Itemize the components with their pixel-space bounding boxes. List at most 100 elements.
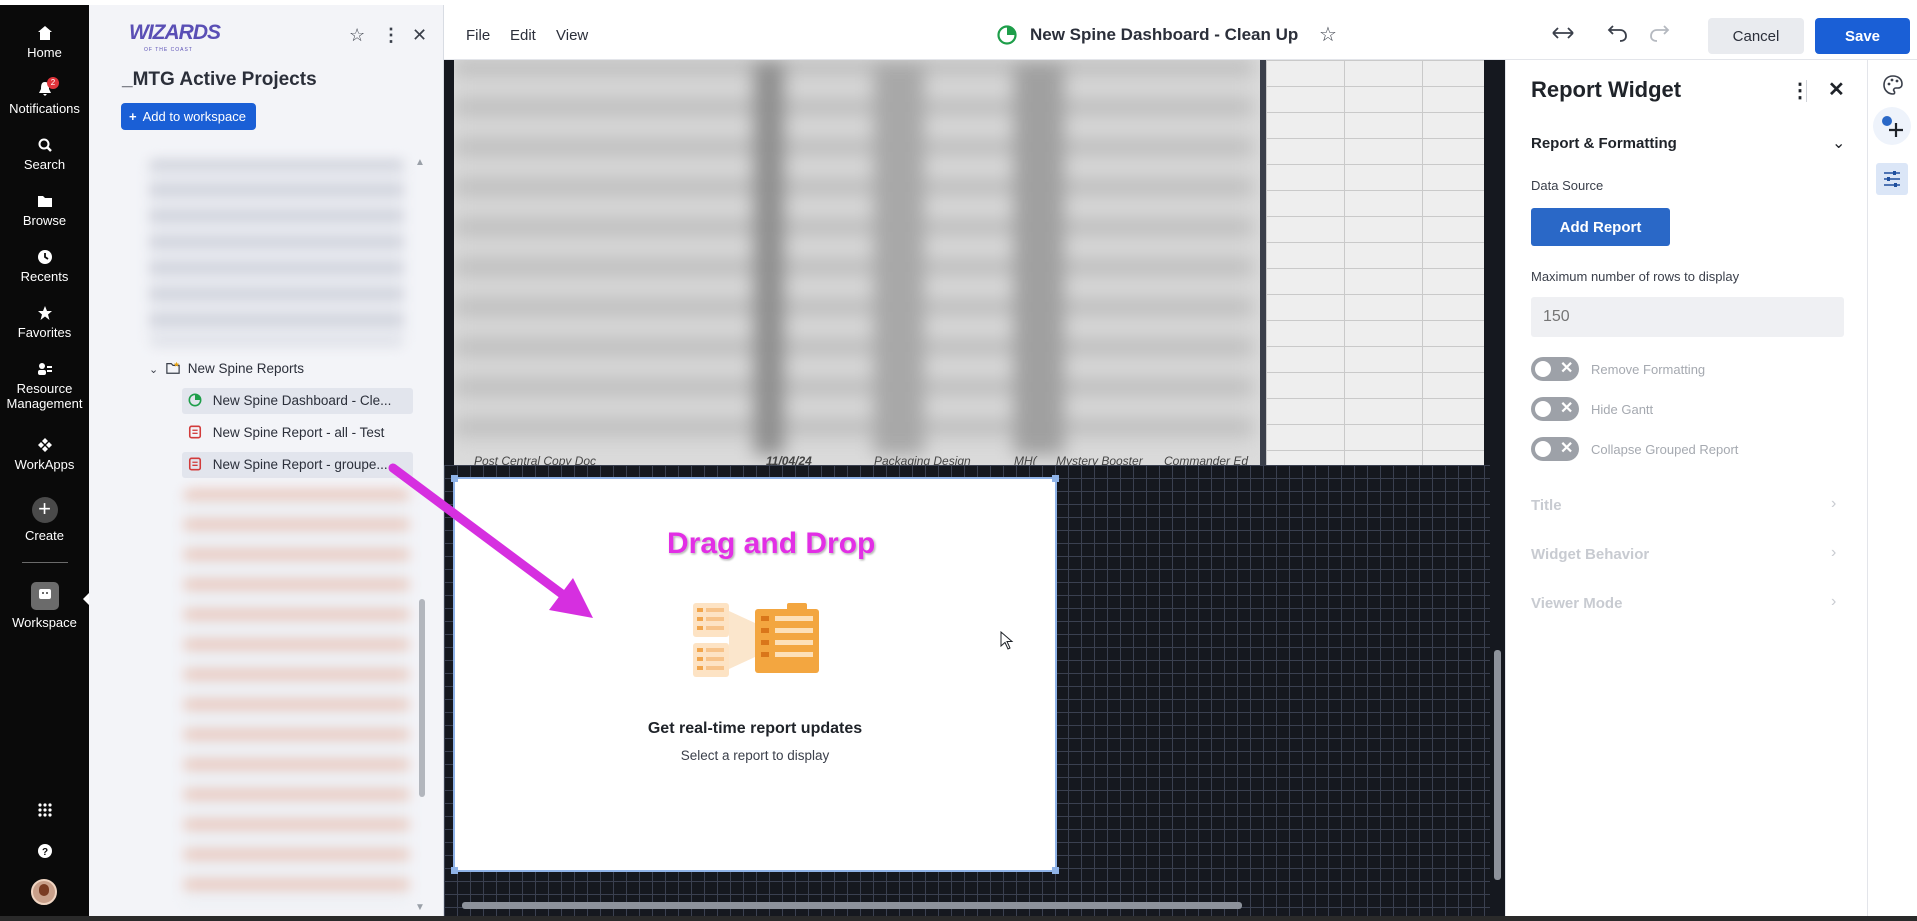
toggle-off-icon: ✕ bbox=[1560, 440, 1574, 457]
report-cell: 11/04/24 bbox=[766, 454, 812, 465]
chevron-down-icon: ⌄ bbox=[149, 364, 159, 376]
nav-label: WorkApps bbox=[14, 457, 75, 472]
nav-favorites[interactable]: Favorites bbox=[0, 305, 89, 340]
dashboard-icon bbox=[997, 25, 1017, 45]
panel-title: Report Widget bbox=[1531, 77, 1682, 102]
section-viewer-mode[interactable]: Viewer Mode bbox=[1531, 595, 1622, 612]
chevron-right-icon[interactable]: › bbox=[1831, 495, 1836, 513]
nav-label: Notifications bbox=[9, 101, 80, 116]
remove-formatting-toggle[interactable]: ✕ bbox=[1531, 357, 1579, 381]
existing-report-widget[interactable]: Post Central Copy Doc 11/04/24 Packaging… bbox=[454, 60, 1484, 465]
undo-icon[interactable] bbox=[1607, 23, 1629, 43]
resize-handle[interactable] bbox=[451, 867, 458, 874]
favorite-star-icon[interactable]: ☆ bbox=[349, 25, 365, 45]
grid-icon bbox=[37, 803, 52, 817]
workspace-icon bbox=[30, 582, 59, 610]
palette-icon[interactable] bbox=[1882, 74, 1904, 96]
collapse-grouped-toggle[interactable]: ✕ bbox=[1531, 437, 1579, 461]
tree-item-dashboard[interactable]: New Spine Dashboard - Cle... bbox=[182, 388, 413, 414]
expand-width-icon[interactable] bbox=[1551, 25, 1575, 41]
chevron-right-icon[interactable]: › bbox=[1831, 544, 1836, 562]
nav-resource-management[interactable]: Resource Management bbox=[0, 361, 89, 411]
add-report-button[interactable]: Add Report bbox=[1531, 208, 1670, 246]
blurred-tree-content bbox=[149, 160, 404, 345]
tree-folder-label: New Spine Reports bbox=[187, 361, 305, 376]
nav-recents[interactable]: Recents bbox=[0, 249, 89, 284]
menu-file[interactable]: File bbox=[466, 27, 490, 44]
tree-item-label: New Spine Dashboard - Cle... bbox=[212, 393, 392, 408]
widget-heading: Get real-time report updates bbox=[647, 720, 863, 737]
max-rows-input[interactable] bbox=[1531, 297, 1844, 337]
section-title[interactable]: Title bbox=[1531, 497, 1562, 514]
add-widget-button[interactable] bbox=[1873, 107, 1911, 145]
star-icon bbox=[37, 306, 52, 320]
apps-grid-button[interactable] bbox=[0, 802, 89, 822]
redo-icon[interactable] bbox=[1648, 23, 1670, 43]
nav-workapps[interactable]: WorkApps bbox=[0, 437, 89, 472]
resize-handle[interactable] bbox=[1052, 475, 1059, 482]
report-cell: MH( bbox=[1014, 454, 1037, 465]
plus-icon: + bbox=[129, 109, 137, 124]
save-button[interactable]: Save bbox=[1815, 18, 1910, 54]
nav-browse[interactable]: Browse bbox=[0, 193, 89, 228]
toggle-label: Hide Gantt bbox=[1591, 402, 1654, 417]
add-widget-icon bbox=[1882, 116, 1903, 137]
nav-notifications[interactable]: 2 Notifications bbox=[0, 77, 89, 116]
scroll-down-icon[interactable]: ▼ bbox=[415, 898, 425, 918]
canvas-vertical-scroll-thumb[interactable] bbox=[1494, 650, 1501, 880]
sliders-icon bbox=[1884, 171, 1900, 187]
divider bbox=[1806, 80, 1807, 102]
tree-folder-new-spine-reports[interactable]: ⌄ New Spine Reports bbox=[149, 356, 304, 382]
nav-label: Home bbox=[27, 45, 62, 60]
tree-item-label: New Spine Report - all - Test bbox=[212, 425, 385, 440]
nav-divider bbox=[22, 562, 68, 563]
drag-arrow-annotation bbox=[388, 463, 593, 618]
more-options-icon[interactable]: ⋮ bbox=[1790, 78, 1810, 103]
menu-view[interactable]: View bbox=[556, 27, 588, 44]
home-icon bbox=[37, 26, 52, 40]
section-widget-behavior[interactable]: Widget Behavior bbox=[1531, 546, 1649, 563]
scroll-up-icon[interactable]: ▲ bbox=[415, 153, 425, 173]
clock-icon bbox=[37, 250, 52, 264]
hide-gantt-toggle[interactable]: ✕ bbox=[1531, 397, 1579, 421]
toggle-label: Remove Formatting bbox=[1591, 362, 1706, 377]
nav-label: Search bbox=[23, 157, 66, 172]
svg-text:?: ? bbox=[41, 847, 47, 858]
nav-label: Favorites bbox=[17, 325, 72, 340]
nav-workspace[interactable]: Workspace bbox=[0, 582, 89, 630]
help-button[interactable]: ? bbox=[0, 843, 89, 863]
folder-star-icon bbox=[166, 361, 180, 374]
nav-search[interactable]: Search bbox=[0, 137, 89, 172]
report-cell: Commander Ed bbox=[1164, 454, 1249, 465]
nav-label: Browse bbox=[22, 213, 67, 228]
favorite-star-icon[interactable]: ☆ bbox=[1319, 22, 1337, 47]
close-icon[interactable]: ✕ bbox=[412, 25, 427, 45]
menu-edit[interactable]: Edit bbox=[510, 27, 536, 44]
settings-sliders-button[interactable] bbox=[1876, 163, 1908, 195]
nav-label: Resource Management bbox=[6, 381, 83, 411]
chevron-right-icon[interactable]: › bbox=[1831, 593, 1836, 611]
cancel-button[interactable]: Cancel bbox=[1708, 18, 1804, 54]
brand-logo: WIZARDS bbox=[129, 21, 221, 44]
workspace-title: _MTG Active Projects bbox=[122, 69, 317, 90]
section-report-formatting[interactable]: Report & Formatting bbox=[1531, 135, 1677, 152]
report-cell: Packaging Design bbox=[874, 454, 971, 465]
nav-home[interactable]: Home bbox=[0, 25, 89, 60]
tree-item-report-grouped[interactable]: New Spine Report - groupe... bbox=[182, 452, 413, 478]
tree-item-report-all-test[interactable]: New Spine Report - all - Test bbox=[182, 420, 413, 446]
brand-logo-subtitle: OF THE COAST bbox=[144, 47, 193, 53]
user-avatar[interactable] bbox=[31, 879, 57, 905]
chevron-down-icon[interactable]: ⌄ bbox=[1832, 133, 1845, 153]
more-options-icon[interactable]: ⋮ bbox=[382, 25, 400, 45]
search-icon bbox=[38, 138, 52, 152]
widget-subtext: Select a report to display bbox=[680, 748, 830, 763]
close-icon[interactable]: ✕ bbox=[1828, 77, 1845, 102]
global-nav: Home 2 Notifications Search Browse Recen… bbox=[0, 0, 90, 921]
resize-handle[interactable] bbox=[1052, 867, 1059, 874]
add-to-workspace-button[interactable]: + Add to workspace bbox=[121, 103, 256, 130]
canvas-horizontal-scroll-thumb[interactable] bbox=[462, 902, 1242, 909]
document-title: New Spine Dashboard - Clean Up bbox=[1030, 25, 1299, 44]
report-illustration-icon bbox=[693, 603, 819, 677]
nav-create[interactable]: + Create bbox=[0, 497, 89, 544]
toggle-off-icon: ✕ bbox=[1560, 360, 1574, 377]
